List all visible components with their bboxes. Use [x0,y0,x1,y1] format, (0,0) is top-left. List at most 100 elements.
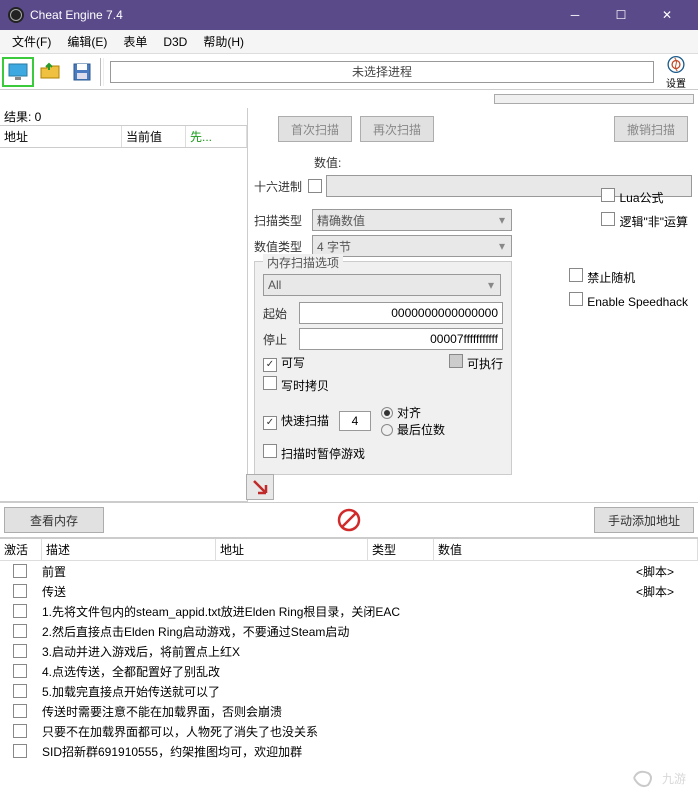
progress-row [0,90,698,108]
fastscan-checkbox[interactable]: 快速扫描 [263,412,329,430]
not-checkbox-row[interactable]: 逻辑"非"运算 [601,212,688,230]
row-desc: 只要不在加载界面都可以，人物死了消失了也没关系 [42,723,636,740]
settings-button[interactable]: 设置 [658,54,694,90]
lua-checkbox-row[interactable]: Lua公式 [601,188,688,206]
row-active-checkbox[interactable] [13,664,27,678]
stop-input[interactable] [299,328,503,350]
scan-results-panel: 结果: 0 地址 当前值 先... [0,108,248,502]
ct-col-addr[interactable]: 地址 [216,539,368,560]
table-row[interactable]: 4.点选传送，全都配置好了别乱改 [0,661,698,681]
menu-help[interactable]: 帮助(H) [195,31,252,52]
row-active-checkbox[interactable] [13,624,27,638]
row-value: <脚本> [636,563,696,580]
view-memory-button[interactable]: 查看内存 [4,507,104,533]
open-file-button[interactable] [34,57,66,87]
table-row[interactable]: 传送时需要注意不能在加载界面，否则会崩溃 [0,701,698,721]
col-address[interactable]: 地址 [0,126,122,147]
cow-checkbox[interactable]: 写时拷贝 [263,376,329,394]
add-to-list-button[interactable] [246,474,274,500]
minimize-button[interactable]: ─ [552,0,598,30]
first-scan-button[interactable]: 首次扫描 [278,116,352,142]
table-row[interactable]: SID招新群691910555，约架推图均可，欢迎加群 [0,741,698,761]
stop-label: 停止 [263,331,293,348]
table-row[interactable]: 5.加载完直接点开始传送就可以了 [0,681,698,701]
next-scan-button[interactable]: 再次扫描 [360,116,434,142]
row-desc: 1.先将文件包内的steam_appid.txt放进Elden Ring根目录，… [42,603,636,620]
table-row[interactable]: 3.启动并进入游戏后，将前置点上红X [0,641,698,661]
bottom-button-row: 查看内存 手动添加地址 [0,502,698,538]
watermark: 九游 [630,765,686,791]
cheat-table: 激活 描述 地址 类型 数值 前置 <脚本> 传送 <脚本> 1.先将文件包内的… [0,538,698,761]
result-count: 结果: 0 [0,108,247,126]
toolbar: 未选择进程 设置 [0,54,698,90]
memregion-select[interactable]: All [263,274,501,296]
menu-file[interactable]: 文件(F) [4,31,59,52]
row-desc: 前置 [42,563,636,580]
fastscan-value[interactable] [339,411,371,431]
scantype-label: 扫描类型 [254,212,306,229]
table-row[interactable]: 传送 <脚本> [0,581,698,601]
lastdigits-radio[interactable]: 最后位数 [381,421,445,438]
row-desc: 2.然后直接点击Elden Ring启动游戏，不要通过Steam启动 [42,623,636,640]
cheat-table-body[interactable]: 前置 <脚本> 传送 <脚本> 1.先将文件包内的steam_appid.txt… [0,561,698,761]
ct-col-desc[interactable]: 描述 [42,539,216,560]
scantype-select[interactable]: 精确数值 [312,209,512,231]
pause-checkbox[interactable]: 扫描时暂停游戏 [263,444,365,462]
ct-col-val[interactable]: 数值 [434,539,698,560]
row-desc: 3.启动并进入游戏后，将前置点上红X [42,643,636,660]
hex-checkbox[interactable] [308,179,322,193]
row-desc: 传送 [42,583,636,600]
menu-edit[interactable]: 编辑(E) [59,31,115,52]
row-active-checkbox[interactable] [13,684,27,698]
align-radio[interactable]: 对齐 [381,404,445,421]
close-button[interactable]: ✕ [644,0,690,30]
row-active-checkbox[interactable] [13,584,27,598]
row-active-checkbox[interactable] [13,724,27,738]
table-row[interactable]: 只要不在加载界面都可以，人物死了消失了也没关系 [0,721,698,741]
row-desc: 传送时需要注意不能在加载界面，否则会崩溃 [42,703,636,720]
row-active-checkbox[interactable] [13,744,27,758]
result-headers: 地址 当前值 先... [0,126,247,148]
row-desc: SID招新群691910555，约架推图均可，欢迎加群 [42,743,636,760]
add-address-button[interactable]: 手动添加地址 [594,507,694,533]
ct-col-active[interactable]: 激活 [0,539,42,560]
undo-scan-button[interactable]: 撤销扫描 [614,116,688,142]
start-label: 起始 [263,305,293,322]
row-active-checkbox[interactable] [13,704,27,718]
table-row[interactable]: 前置 <脚本> [0,561,698,581]
menu-d3d[interactable]: D3D [155,33,195,51]
speedhack-checkbox-row[interactable]: Enable Speedhack [569,292,688,309]
norandom-checkbox-row[interactable]: 禁止随机 [569,268,688,286]
scan-options-panel: 首次扫描 再次扫描 撤销扫描 数值: 十六进制 扫描类型 精确数值 数值类型 4… [248,108,698,502]
menu-table[interactable]: 表单 [115,31,155,52]
start-input[interactable] [299,302,503,324]
process-display[interactable]: 未选择进程 [110,61,654,83]
menubar: 文件(F) 编辑(E) 表单 D3D 帮助(H) [0,30,698,54]
col-previous[interactable]: 先... [186,126,247,147]
save-file-button[interactable] [66,57,98,87]
writable-checkbox[interactable]: 可写 [263,354,305,372]
stop-icon[interactable] [337,508,361,532]
row-desc: 4.点选传送，全都配置好了别乱改 [42,663,636,680]
titlebar: Cheat Engine 7.4 ─ ☐ ✕ [0,0,698,30]
row-active-checkbox[interactable] [13,604,27,618]
value-label: 数值: [314,154,341,171]
row-active-checkbox[interactable] [13,644,27,658]
executable-checkbox[interactable]: 可执行 [449,354,503,372]
app-icon [8,7,24,23]
col-current[interactable]: 当前值 [122,126,186,147]
window-title: Cheat Engine 7.4 [30,8,552,22]
row-active-checkbox[interactable] [13,564,27,578]
maximize-button[interactable]: ☐ [598,0,644,30]
row-desc: 5.加载完直接点开始传送就可以了 [42,683,636,700]
toolbar-separator [100,58,104,86]
valuetype-label: 数值类型 [254,238,306,255]
result-list[interactable] [0,148,247,502]
memopt-legend: 内存扫描选项 [263,254,343,271]
hex-label: 十六进制 [254,178,302,195]
table-row[interactable]: 2.然后直接点击Elden Ring启动游戏，不要通过Steam启动 [0,621,698,641]
table-row[interactable]: 1.先将文件包内的steam_appid.txt放进Elden Ring根目录，… [0,601,698,621]
ct-col-type[interactable]: 类型 [368,539,434,560]
row-value: <脚本> [636,583,696,600]
select-process-button[interactable] [2,57,34,87]
